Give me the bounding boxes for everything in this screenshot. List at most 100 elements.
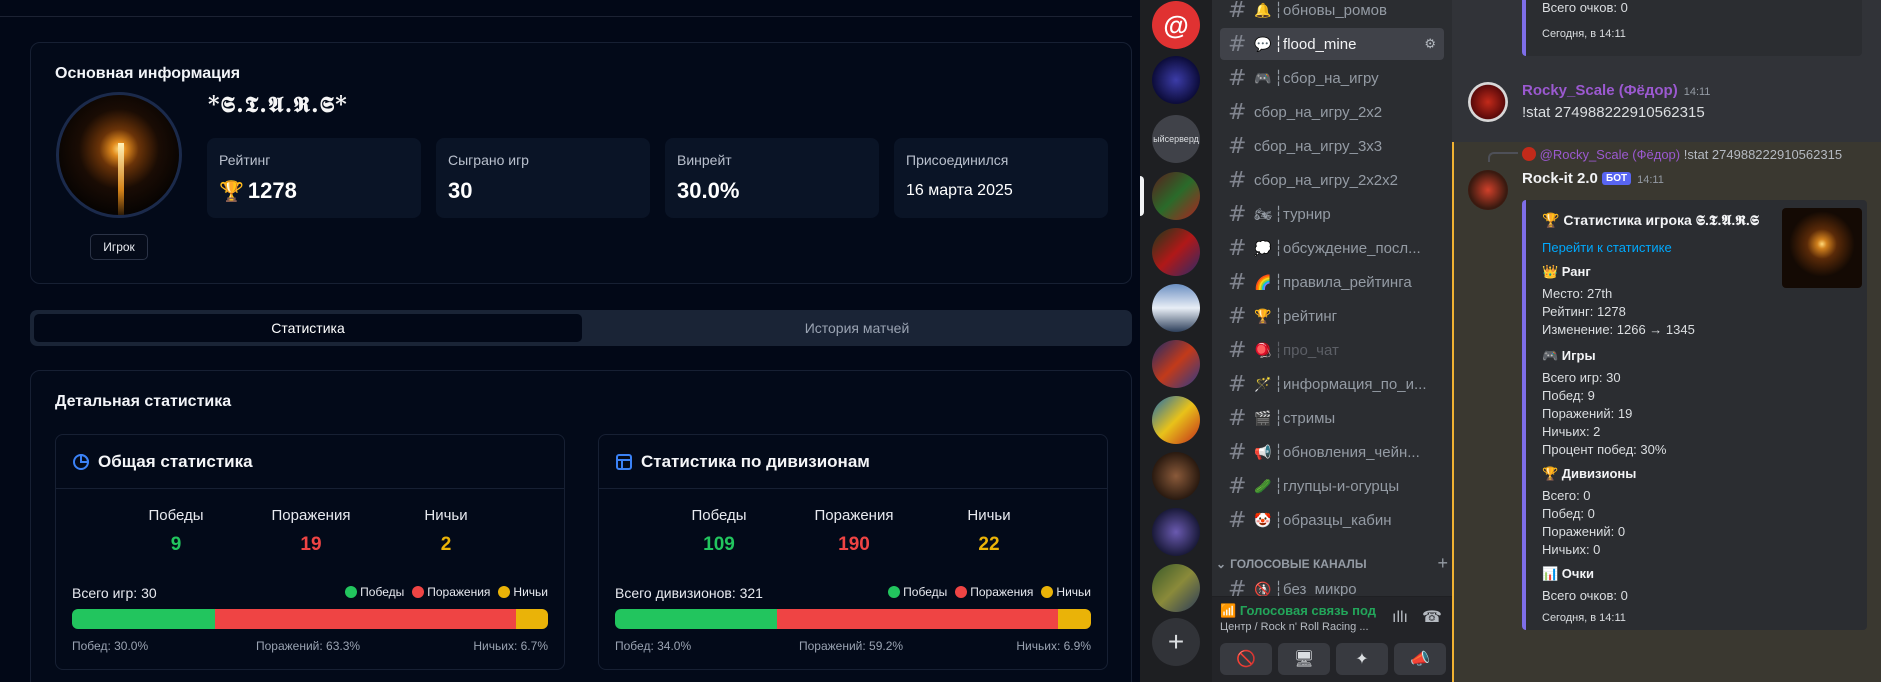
channel-item[interactable]: # 🏆 ┆рейтинг — [1220, 300, 1444, 332]
result-bar — [72, 609, 548, 629]
channel-item[interactable]: # сбор_на_игру_2x2 — [1220, 96, 1444, 128]
legend-draws: Ничьи — [498, 585, 548, 599]
channel-item[interactable]: # 🎮 ┆сбор_на_игру — [1220, 62, 1444, 94]
server-icon-11[interactable] — [1152, 564, 1200, 612]
channel-item[interactable]: # сбор_на_игру_3x3 — [1220, 130, 1444, 162]
soundboard-button[interactable]: 📣 — [1394, 643, 1446, 675]
channel-name: ┆стримы — [1274, 410, 1336, 427]
previous-embed: Всего очков: 0 Сегодня, в 14:11 — [1522, 0, 1862, 56]
channel-emoji: 🤡 — [1254, 511, 1272, 528]
server-icon-6[interactable] — [1152, 284, 1200, 332]
channel-name: ┆про_чат — [1274, 342, 1339, 359]
kpi-wins: Победы 9 — [148, 507, 204, 555]
total-games: Всего игр: 30 — [72, 585, 157, 601]
channel-emoji: 🏍 — [1254, 205, 1272, 222]
pct-wins: Побед: 30.0% — [72, 639, 149, 653]
channel-item[interactable]: # 🥒 ┆глупцы-и-огурцы — [1220, 470, 1444, 502]
legend-losses: Поражения — [412, 585, 490, 599]
pct-wins: Побед: 34.0% — [615, 639, 692, 653]
server-icon-a[interactable]: @ — [1152, 1, 1200, 49]
reply-preview[interactable]: @Rocky_Scale (Фёдор) !stat 2749882229105… — [1522, 147, 1842, 162]
hash-icon: # — [1228, 405, 1247, 431]
server-icon-2[interactable] — [1152, 56, 1200, 104]
player-name: *𝕾.𝕿.𝕬.𝕽.𝕾* — [208, 92, 348, 118]
channel-emoji: 🎮 — [1254, 69, 1272, 86]
pct-losses: Поражений: 63.3% — [256, 639, 361, 653]
layout-icon — [616, 453, 632, 470]
hash-icon: # — [1228, 371, 1247, 397]
kpi-losses: Поражения 19 — [271, 507, 351, 555]
channel-item[interactable]: # 🪄 ┆информация_по_и... — [1220, 368, 1444, 400]
voice-status-title: 📶 Голосовая связь под — [1220, 603, 1377, 618]
kpi-draws: Ничьи 2 — [424, 507, 468, 555]
bot-avatar[interactable] — [1468, 170, 1508, 210]
server-icon-10[interactable] — [1152, 508, 1200, 556]
channel-item[interactable]: # сбор_на_игру_2x2x2 — [1220, 164, 1444, 196]
channel-item[interactable]: # 💬 ┆flood_mine ⚙ — [1220, 28, 1444, 60]
channel-item[interactable]: # 📢 ┆обновления_чейн... — [1220, 436, 1444, 468]
legend: Победы Поражения Ничьи — [345, 585, 548, 599]
hash-icon: # — [1228, 167, 1247, 193]
hash-icon: # — [1228, 235, 1247, 261]
channel-item[interactable]: # 🤡 ┆образцы_кабин — [1220, 504, 1444, 536]
message-author[interactable]: Rocky_Scale (Фёдор) 14:11 — [1522, 82, 1710, 99]
noise-suppression-icon[interactable]: ıllı — [1392, 609, 1408, 627]
detail-section-title: Детальная статистика — [55, 393, 232, 410]
tab-match-history[interactable]: История матчей — [586, 314, 1128, 342]
channel-emoji: 💭 — [1254, 239, 1272, 256]
kpi-losses: Поражения 190 — [814, 507, 894, 555]
tab-bar: Статистика История матчей — [30, 310, 1132, 346]
channel-emoji: 💬 — [1254, 35, 1272, 52]
pct-draws: Ничьих: 6.7% — [473, 639, 548, 653]
panel-title: Статистика по дивизионам — [641, 451, 870, 471]
server-icon-7[interactable] — [1152, 340, 1200, 388]
stat-value: 30 — [448, 178, 473, 203]
legend: Победы Поражения Ничьи — [888, 585, 1091, 599]
panel-header: Общая статистика — [56, 435, 564, 489]
server-icon-3[interactable]: ыйсерверд — [1152, 115, 1200, 163]
hash-icon: # — [1228, 269, 1247, 295]
reply-connector — [1488, 152, 1518, 162]
server-icon-8[interactable] — [1152, 396, 1200, 444]
channel-name: ┆глупцы-и-огурцы — [1274, 478, 1400, 495]
channel-emoji: 🎬 — [1254, 409, 1272, 426]
stat-games: Сыграно игр 30 — [436, 138, 650, 218]
add-channel-icon: + — [1437, 553, 1448, 573]
hash-icon: # — [1228, 201, 1247, 227]
hash-icon: # — [1228, 473, 1247, 499]
embed-link[interactable]: Перейти к статистике — [1542, 240, 1672, 255]
stat-value: 🏆 1278 — [219, 178, 297, 203]
user-avatar[interactable] — [1468, 82, 1508, 122]
pie-chart-icon — [73, 453, 90, 470]
embed-points-heading: 📊 Очки — [1542, 566, 1594, 581]
channel-item[interactable]: # 🎬 ┆стримы — [1220, 402, 1444, 434]
channel-item[interactable]: # 💭 ┆обсуждение_посл... — [1220, 232, 1444, 264]
disconnect-icon[interactable]: ☎ — [1422, 607, 1442, 627]
embed-thumbnail[interactable] — [1782, 208, 1862, 288]
camera-off-button[interactable]: 🚫 — [1220, 643, 1272, 675]
bar-draws — [1058, 609, 1091, 629]
channel-emoji: 🔔 — [1254, 1, 1272, 18]
tab-statistics[interactable]: Статистика — [34, 314, 582, 342]
server-icon-5[interactable] — [1152, 228, 1200, 276]
server-icon-9[interactable] — [1152, 452, 1200, 500]
message-author[interactable]: Rock-it 2.0 БОТ 14:11 — [1522, 170, 1664, 187]
embed-divisions-heading: 🏆 Дивизионы — [1542, 466, 1637, 481]
total-divisions: Всего дивизионов: 321 — [615, 585, 763, 601]
settings-icon: ⚙ — [1424, 36, 1436, 51]
activities-button[interactable]: ✦ — [1336, 643, 1388, 675]
channel-item[interactable]: # 🪀 ┆про_чат — [1220, 334, 1444, 366]
channel-item[interactable]: # 🔔 ┆обновы_ромов — [1220, 0, 1444, 26]
channel-name: ┆сбор_на_игру — [1274, 70, 1379, 87]
embed-games-heading: 🎮 Игры — [1542, 348, 1596, 363]
kpi-draws: Ничьи 22 — [967, 507, 1011, 555]
channel-item[interactable]: # 🌈 ┆правила_рейтинга — [1220, 266, 1444, 298]
channel-item[interactable]: # 🏍 ┆турнир — [1220, 198, 1444, 230]
legend-wins: Победы — [888, 585, 947, 599]
hash-icon: # — [1228, 133, 1247, 159]
add-server-icon[interactable]: + — [1152, 618, 1200, 666]
screen-share-button[interactable]: 🖥 — [1278, 643, 1330, 675]
hash-icon: # — [1228, 0, 1247, 23]
voice-category[interactable]: ⌄ ГОЛОСОВЫЕ КАНАЛЫ + — [1216, 553, 1448, 574]
server-icon-racing[interactable] — [1152, 172, 1200, 220]
